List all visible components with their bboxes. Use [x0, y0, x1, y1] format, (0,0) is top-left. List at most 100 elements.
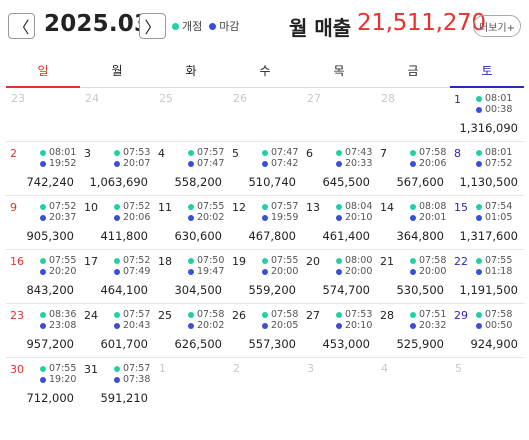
day-times: 08:00 20:00 — [336, 255, 372, 277]
calendar-day[interactable]: 8 08:01 07:52 1,130,500 — [450, 142, 524, 195]
calendar-day[interactable]: 26 07:58 20:05 557,300 — [228, 304, 302, 357]
calendar-day[interactable]: 2 08:01 19:52 742,240 — [6, 142, 80, 195]
close-dot-icon — [188, 268, 194, 275]
close-time: 01:18 — [485, 266, 513, 277]
day-times: 08:01 07:52 — [476, 147, 512, 169]
daily-sales-amount: 645,500 — [322, 175, 370, 189]
daily-sales-amount: 559,200 — [248, 283, 296, 297]
daily-sales-amount: 924,900 — [470, 337, 518, 351]
day-times: 07:55 20:02 — [188, 201, 224, 223]
more-button[interactable]: 더보기+ — [473, 15, 521, 37]
daily-sales-amount: 510,740 — [248, 175, 296, 189]
prev-month-button[interactable]: 〈 — [8, 13, 35, 39]
day-number: 27 — [306, 309, 320, 322]
close-dot-icon — [262, 214, 268, 221]
daily-sales-amount: 712,000 — [26, 391, 74, 405]
day-number: 4 — [158, 147, 165, 160]
open-time: 07:52 — [49, 201, 77, 212]
calendar-day[interactable]: 30 07:55 19:20 712,000 — [6, 358, 80, 411]
close-time: 20:32 — [419, 320, 447, 331]
calendar-day[interactable]: 11 07:55 20:02 630,600 — [154, 196, 228, 249]
close-dot-icon — [410, 268, 416, 275]
calendar-day[interactable]: 27 07:53 20:10 453,000 — [302, 304, 376, 357]
day-number: 29 — [454, 309, 468, 322]
open-dot-icon — [40, 149, 46, 156]
close-dot-icon — [40, 160, 46, 167]
calendar-day[interactable]: 9 07:52 20:37 905,300 — [6, 196, 80, 249]
open-time: 08:08 — [419, 201, 447, 212]
close-time: 20:10 — [345, 320, 373, 331]
calendar-day[interactable]: 6 07:43 20:33 645,500 — [302, 142, 376, 195]
day-number: 31 — [84, 363, 98, 376]
day-number: 19 — [232, 255, 246, 268]
calendar-day[interactable]: 18 07:50 19:47 304,500 — [154, 250, 228, 303]
calendar-week-row: 23 08:36 23:08 957,200 24 07:57 20:43 601,700 25… — [6, 304, 524, 358]
calendar-day[interactable]: 25 07:58 20:02 626,500 — [154, 304, 228, 357]
calendar-day[interactable]: 12 07:57 19:59 467,800 — [228, 196, 302, 249]
day-times: 07:57 20:43 — [114, 309, 150, 331]
close-dot-icon — [262, 160, 268, 167]
calendar-day[interactable]: 29 07:58 00:50 924,900 — [450, 304, 524, 357]
open-time: 07:58 — [271, 309, 299, 320]
calendar-day[interactable]: 24 07:57 20:43 601,700 — [80, 304, 154, 357]
day-number: 9 — [10, 201, 17, 214]
calendar-day[interactable]: 14 08:08 20:01 364,800 — [376, 196, 450, 249]
calendar-day[interactable]: 22 07:55 01:18 1,191,500 — [450, 250, 524, 303]
open-dot-icon — [336, 311, 342, 318]
day-number: 26 — [233, 92, 247, 105]
weekday-label: 월 — [80, 58, 154, 88]
calendar-day[interactable]: 15 07:54 01:05 1,317,600 — [450, 196, 524, 249]
close-time: 20:02 — [197, 320, 225, 331]
calendar-day[interactable]: 16 07:55 20:20 843,200 — [6, 250, 80, 303]
open-dot-icon — [410, 311, 416, 318]
calendar-day[interactable]: 10 07:52 20:06 411,800 — [80, 196, 154, 249]
calendar-day[interactable]: 3 07:53 20:07 1,063,690 — [80, 142, 154, 195]
legend-close-label: 마감 — [219, 20, 240, 33]
day-number: 16 — [10, 255, 24, 268]
close-time: 19:52 — [49, 158, 77, 169]
weekday-header: 일월화수목금토 — [6, 58, 524, 88]
day-times: 08:36 23:08 — [40, 309, 76, 331]
daily-sales-amount: 1,317,600 — [459, 229, 518, 243]
calendar-week-row: 16 07:55 20:20 843,200 17 07:52 07:49 464,100 18… — [6, 250, 524, 304]
calendar-day[interactable]: 4 07:57 07:47 558,200 — [154, 142, 228, 195]
day-number: 11 — [158, 201, 172, 214]
open-time: 08:04 — [345, 201, 373, 212]
close-time: 20:20 — [49, 266, 77, 277]
close-dot-icon — [336, 160, 342, 167]
weekday-label: 목 — [302, 58, 376, 88]
close-dot-icon — [114, 376, 120, 383]
calendar-day[interactable]: 20 08:00 20:00 574,700 — [302, 250, 376, 303]
calendar-day-outside: 1 — [154, 358, 228, 411]
close-dot-icon — [476, 160, 482, 167]
calendar-day[interactable]: 5 07:47 07:42 510,740 — [228, 142, 302, 195]
weekday-label: 토 — [450, 58, 524, 88]
open-time: 08:00 — [345, 255, 373, 266]
calendar-day[interactable]: 21 07:58 20:00 530,500 — [376, 250, 450, 303]
calendar-day[interactable]: 31 07:57 07:38 591,210 — [80, 358, 154, 411]
open-dot-icon — [476, 203, 482, 210]
open-time: 07:52 — [123, 201, 151, 212]
open-time: 07:52 — [123, 255, 151, 266]
calendar-day-outside: 24 — [80, 88, 154, 141]
close-time: 07:52 — [485, 158, 513, 169]
calendar-day[interactable]: 1 08:01 00:38 1,316,090 — [450, 88, 524, 141]
close-dot-icon — [410, 160, 416, 167]
close-time: 20:06 — [419, 158, 447, 169]
calendar-day[interactable]: 19 07:55 20:00 559,200 — [228, 250, 302, 303]
calendar-day-outside: 2 — [228, 358, 302, 411]
day-times: 07:55 01:18 — [476, 255, 512, 277]
calendar-day[interactable]: 13 08:04 20:10 461,400 — [302, 196, 376, 249]
calendar-day[interactable]: 7 07:58 20:06 567,600 — [376, 142, 450, 195]
calendar-day[interactable]: 17 07:52 07:49 464,100 — [80, 250, 154, 303]
calendar-day[interactable]: 23 08:36 23:08 957,200 — [6, 304, 80, 357]
open-time: 07:55 — [485, 255, 513, 266]
close-time: 20:07 — [123, 158, 151, 169]
next-month-button[interactable]: 〉 — [139, 13, 166, 39]
weekday-label: 수 — [228, 58, 302, 88]
calendar-day[interactable]: 28 07:51 20:32 525,900 — [376, 304, 450, 357]
close-time: 20:01 — [419, 212, 447, 223]
daily-sales-amount: 304,500 — [174, 283, 222, 297]
close-dot-icon — [40, 214, 46, 221]
close-time: 20:43 — [123, 320, 151, 331]
